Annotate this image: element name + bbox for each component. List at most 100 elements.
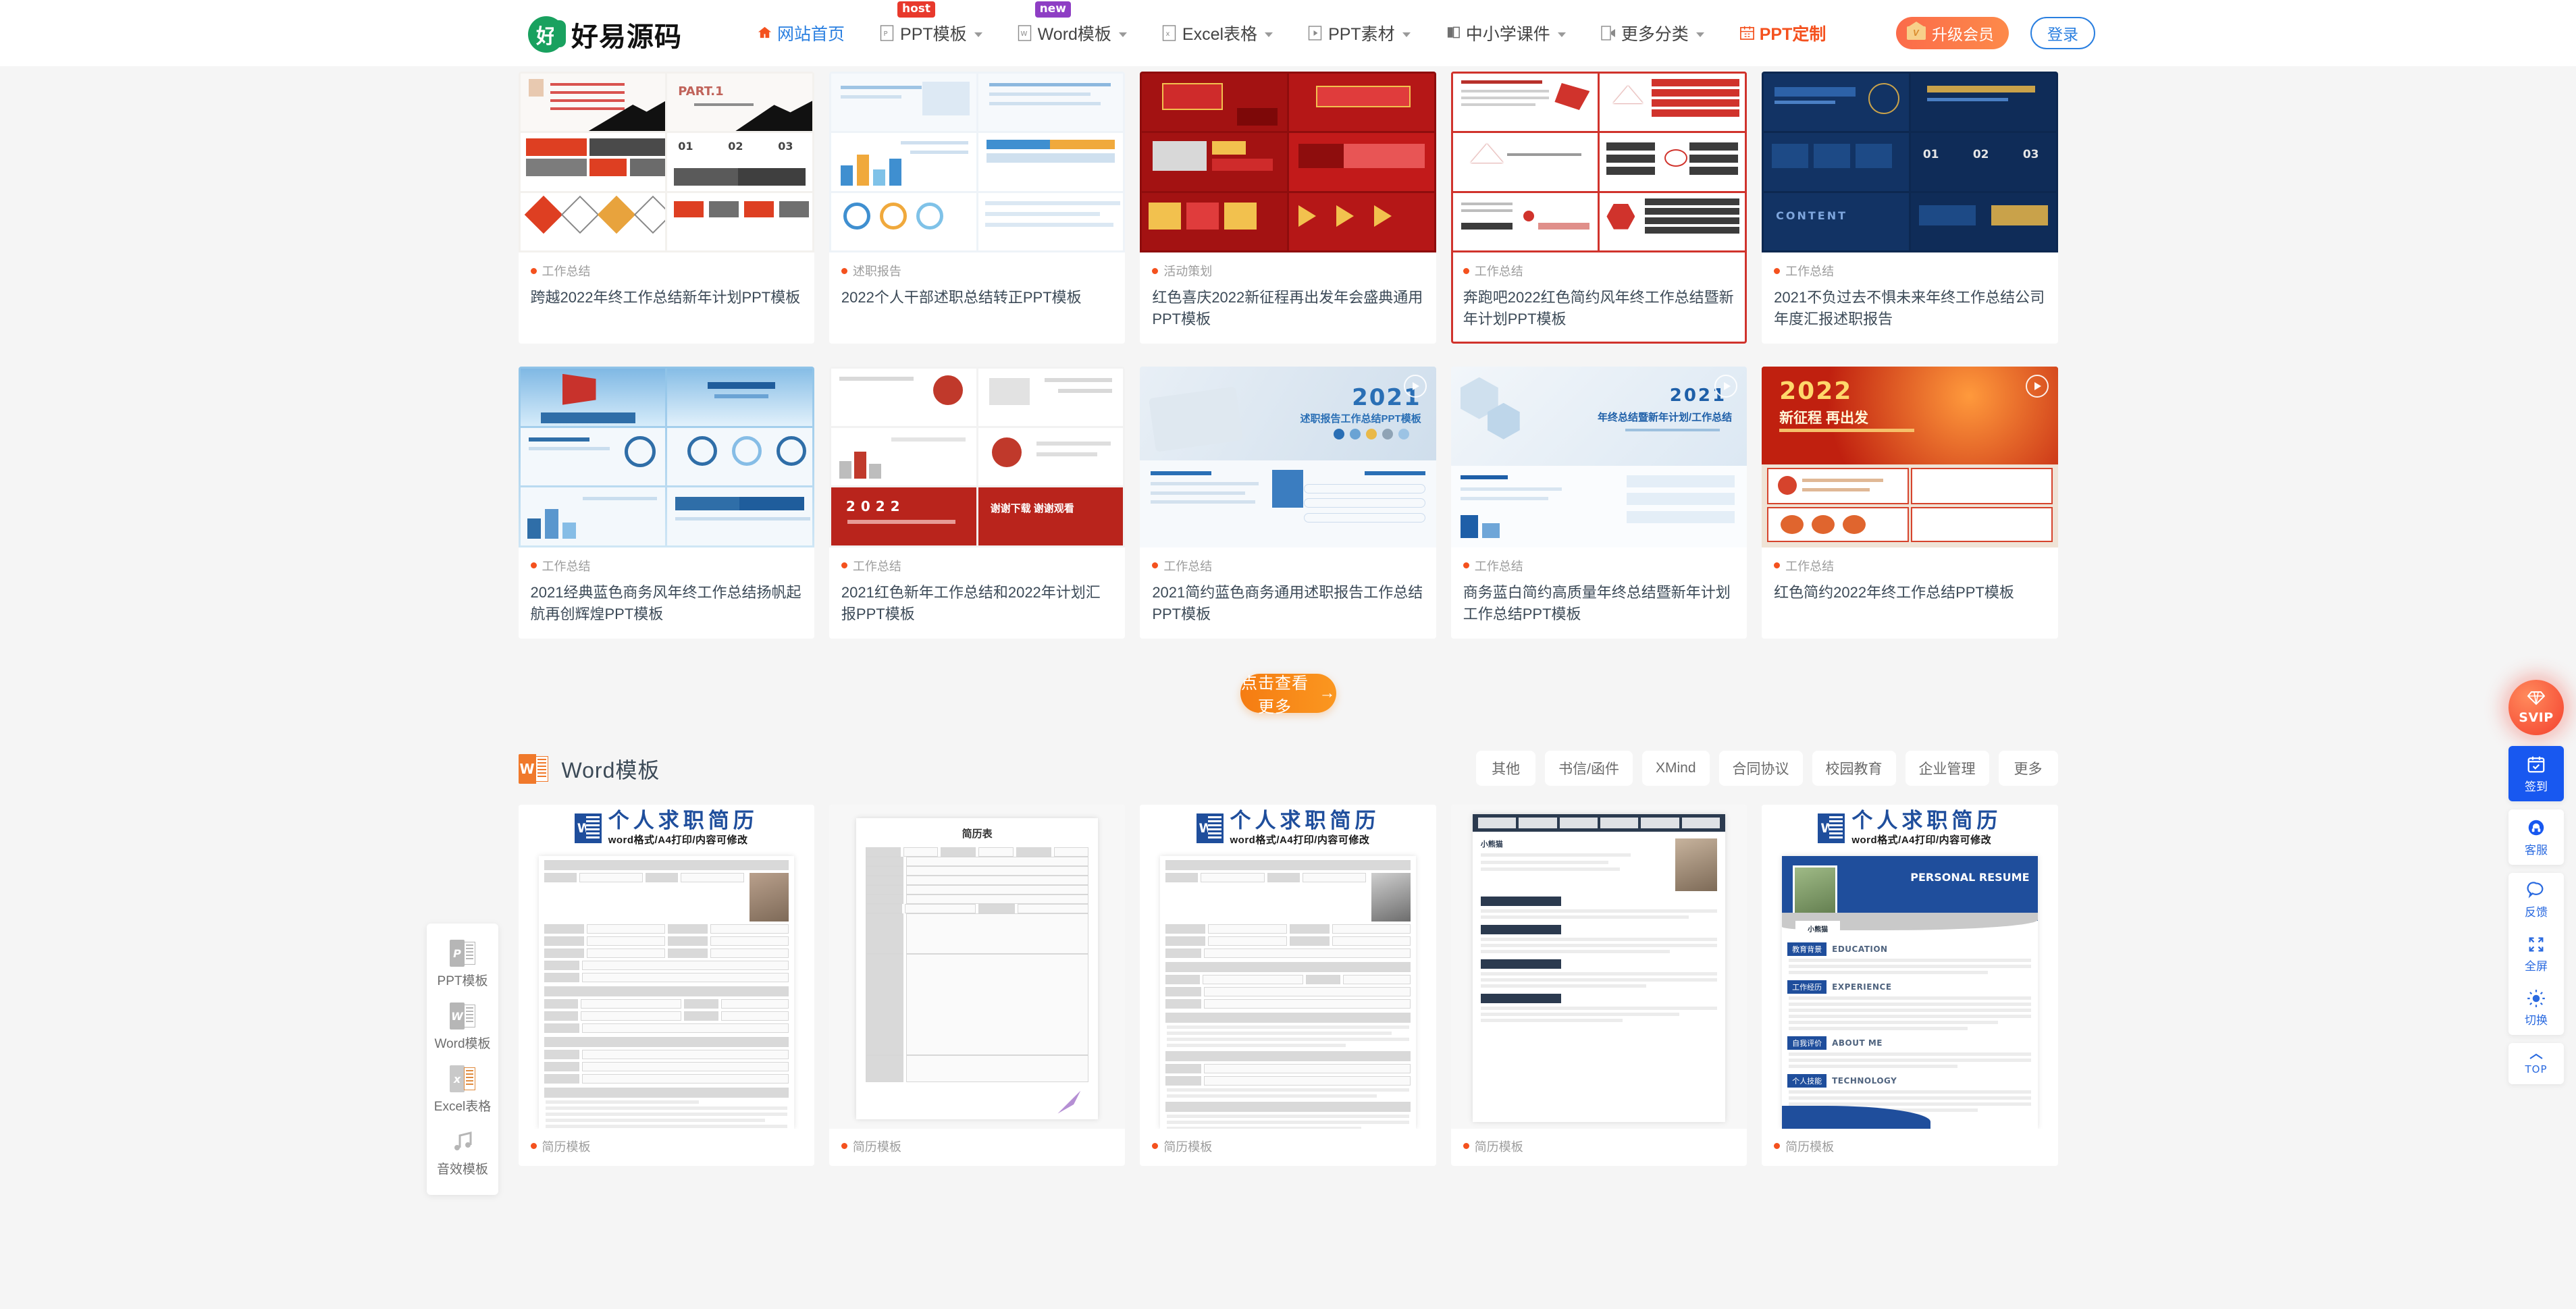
upgrade-vip-button[interactable]: V 升级会员 bbox=[1896, 17, 2009, 49]
template-tag: 简历模板 bbox=[1152, 1138, 1423, 1155]
chip-education[interactable]: 校园教育 bbox=[1812, 750, 1896, 786]
ppt-app-icon: P bbox=[450, 940, 475, 967]
site-logo[interactable]: 好 好易源码 bbox=[528, 15, 682, 54]
template-card[interactable]: 2021 年终总结暨新年计划/工作总结 工作总结 商务蓝白简约高质量年终总结暨新… bbox=[1450, 366, 1747, 639]
template-card[interactable]: 2021 述职报告工作总结PPT模板 工作总结 2021简约蓝色商务通用述职报告… bbox=[1140, 366, 1436, 639]
word-doc-icon: W bbox=[574, 813, 602, 843]
feedback-button[interactable]: 反馈 bbox=[2508, 873, 2564, 927]
tag-label: 工作总结 bbox=[1785, 265, 1835, 278]
template-tag: 活动策划 bbox=[1152, 262, 1423, 279]
more-file-icon bbox=[1601, 25, 1616, 42]
upgrade-vip-label: 升级会员 bbox=[1932, 26, 1994, 43]
template-tag: 工作总结 bbox=[530, 262, 802, 279]
template-tag: 简历模板 bbox=[841, 1138, 1113, 1155]
template-tag: 工作总结 bbox=[1774, 557, 2045, 575]
word-template-meta: 简历模板 bbox=[829, 1129, 1125, 1166]
play-icon[interactable] bbox=[1714, 374, 1738, 398]
chip-xmind[interactable]: XMind bbox=[1641, 750, 1710, 786]
template-card[interactable]: 01 02 03 CONTENT 工作总结 2021不负过去不惧未来年终工作总结… bbox=[1762, 72, 2058, 344]
bullet-dot-icon bbox=[841, 267, 847, 274]
chip-letters[interactable]: 书信/函件 bbox=[1545, 750, 1633, 786]
play-icon[interactable] bbox=[2025, 374, 2049, 398]
template-title: 红色喜庆2022新征程再出发年会盛典通用PPT模板 bbox=[1152, 289, 1423, 327]
bullet-dot-icon bbox=[1463, 267, 1469, 274]
chevron-down-icon bbox=[1265, 32, 1273, 37]
home-icon bbox=[757, 25, 772, 42]
sidebar-item-ppt-templates[interactable]: P PPT模板 bbox=[427, 933, 498, 996]
svip-button[interactable]: SVIP bbox=[2508, 680, 2564, 735]
word-template-card[interactable]: 简历表 简历模板 bbox=[829, 804, 1126, 1166]
sidebar-item-audio-templates[interactable]: 音效模板 bbox=[427, 1121, 498, 1184]
login-button[interactable]: 登录 bbox=[2030, 17, 2095, 49]
tag-label: 活动策划 bbox=[1163, 265, 1213, 278]
customer-service-button[interactable]: 客服 bbox=[2508, 809, 2564, 865]
chip-enterprise[interactable]: 企业管理 bbox=[1905, 750, 1989, 786]
template-card[interactable]: 2022 谢谢下载 谢谢观看 工作总结 2021红色新年工作总结和2022年计划… bbox=[829, 366, 1126, 639]
sidebar-item-excel-sheets[interactable]: x Excel表格 bbox=[427, 1059, 498, 1121]
chevron-down-icon bbox=[1402, 32, 1411, 37]
site-header: 好 好易源码 网站首页 host P PPT模板 new W Word模板 x … bbox=[0, 0, 2576, 66]
section-chip: 教育背景 bbox=[1787, 942, 1827, 956]
bullet-dot-icon bbox=[1152, 267, 1159, 274]
personal-resume-en: PERSONAL RESUME bbox=[1910, 870, 2030, 884]
fullscreen-button[interactable]: 全屏 bbox=[2508, 927, 2564, 981]
tag-label: 工作总结 bbox=[1785, 559, 1835, 573]
chip-more[interactable]: 更多 bbox=[1998, 750, 2058, 786]
bullet-dot-icon bbox=[1152, 1143, 1159, 1150]
ppt-row-1: PART.1 01 02 03 工作总结 跨越2022年终工作总结新年计划PPT… bbox=[518, 66, 2058, 344]
template-tag: 工作总结 bbox=[1774, 262, 2045, 279]
resume-heading: 个人求职简历 bbox=[608, 809, 758, 833]
word-template-card[interactable]: W 个人求职简历 word格式/A4打印/内容可修改 PERSONAL RESU… bbox=[1762, 804, 2058, 1166]
template-card[interactable]: 工作总结 2021经典蓝色商务风年终工作总结扬帆起航再创辉煌PPT模板 bbox=[518, 366, 814, 639]
theme-toggle-button[interactable]: 切换 bbox=[2508, 981, 2564, 1035]
back-to-top-button[interactable]: TOP bbox=[2508, 1043, 2564, 1084]
chevron-down-icon bbox=[1118, 32, 1127, 37]
sidebar-item-word-templates[interactable]: W Word模板 bbox=[427, 996, 498, 1059]
template-card[interactable]: 述职报告 2022个人干部述职总结转正PPT模板 bbox=[829, 72, 1126, 344]
view-more-button[interactable]: 点击查看更多 → bbox=[1240, 673, 1336, 716]
template-thumbnail bbox=[1450, 72, 1747, 252]
tag-label: 述职报告 bbox=[852, 265, 901, 278]
nav-item-word-templates[interactable]: new W Word模板 bbox=[1000, 0, 1145, 66]
word-template-card[interactable]: W 个人求职简历 word格式/A4打印/内容可修改 简历模板 bbox=[518, 804, 814, 1166]
nav-item-ppt-templates[interactable]: host P PPT模板 bbox=[862, 0, 1000, 66]
template-card-selected[interactable]: 工作总结 奔跑吧2022红色简约风年终工作总结暨新年计划PPT模板 bbox=[1450, 72, 1747, 344]
checkin-button[interactable]: 签到 bbox=[2508, 746, 2564, 801]
bullet-dot-icon bbox=[1774, 267, 1781, 274]
nav-item-home[interactable]: 网站首页 bbox=[739, 0, 862, 66]
resume-name: 小熊猫 bbox=[1795, 920, 1841, 936]
section-chip: 工作经历 bbox=[1787, 980, 1827, 994]
word-section-header: W Word模板 其他 书信/函件 XMind 合同协议 校园教育 企业管理 更… bbox=[518, 748, 2058, 790]
logo-text: 好易源码 bbox=[571, 22, 682, 53]
template-thumbnail bbox=[1140, 72, 1436, 252]
template-card[interactable]: PART.1 01 02 03 工作总结 跨越2022年终工作总结新年计划PPT… bbox=[518, 72, 814, 344]
word-row-1: W 个人求职简历 word格式/A4打印/内容可修改 简历模板 简历表 简历模板… bbox=[518, 799, 2058, 1166]
word-template-card[interactable]: 小熊猫 简历模板 bbox=[1450, 804, 1747, 1166]
nav-label: PPT定制 bbox=[1759, 25, 1826, 44]
nav-item-ppt-custom[interactable]: PPT定制 bbox=[1722, 0, 1844, 66]
template-tag: 简历模板 bbox=[1463, 1138, 1735, 1155]
template-card[interactable]: 活动策划 红色喜庆2022新征程再出发年会盛典通用PPT模板 bbox=[1140, 72, 1436, 344]
template-card[interactable]: 2022 新征程 再出发 工作总结 红色简约2022年终工作总结PPT模板 bbox=[1762, 366, 2058, 639]
nav-item-ppt-assets[interactable]: PPT素材 bbox=[1290, 0, 1428, 66]
word-template-card[interactable]: W 个人求职简历 word格式/A4打印/内容可修改 简历模板 bbox=[1140, 804, 1436, 1166]
play-icon[interactable] bbox=[1403, 374, 1427, 398]
template-thumbnail: 2021 述职报告工作总结PPT模板 bbox=[1140, 366, 1436, 547]
bullet-dot-icon bbox=[530, 562, 537, 569]
crown-icon: V bbox=[1907, 22, 1926, 40]
nav-item-more-categories[interactable]: 更多分类 bbox=[1583, 0, 1722, 66]
chip-contracts[interactable]: 合同协议 bbox=[1718, 750, 1803, 786]
bullet-dot-icon bbox=[1463, 562, 1469, 569]
toolbar-group-top: TOP bbox=[2508, 1043, 2564, 1084]
nav-item-excel-sheets[interactable]: x Excel表格 bbox=[1145, 0, 1290, 66]
nav-item-school-courseware[interactable]: 中小学课件 bbox=[1428, 0, 1583, 66]
bullet-dot-icon bbox=[1774, 562, 1781, 569]
template-thumbnail bbox=[518, 366, 814, 547]
tag-label: 工作总结 bbox=[542, 559, 591, 573]
right-float-toolbar: SVIP 签到 客服 反馈 全屏 切换 TOP bbox=[2508, 680, 2564, 1084]
chip-other[interactable]: 其他 bbox=[1476, 750, 1536, 786]
section-en: TECHNOLOGY bbox=[1832, 1075, 1897, 1086]
word-template-thumbnail: 简历表 bbox=[829, 804, 1126, 1129]
nav-badge-new: new bbox=[1034, 1, 1071, 18]
section-chip: 个人技能 bbox=[1787, 1073, 1827, 1088]
